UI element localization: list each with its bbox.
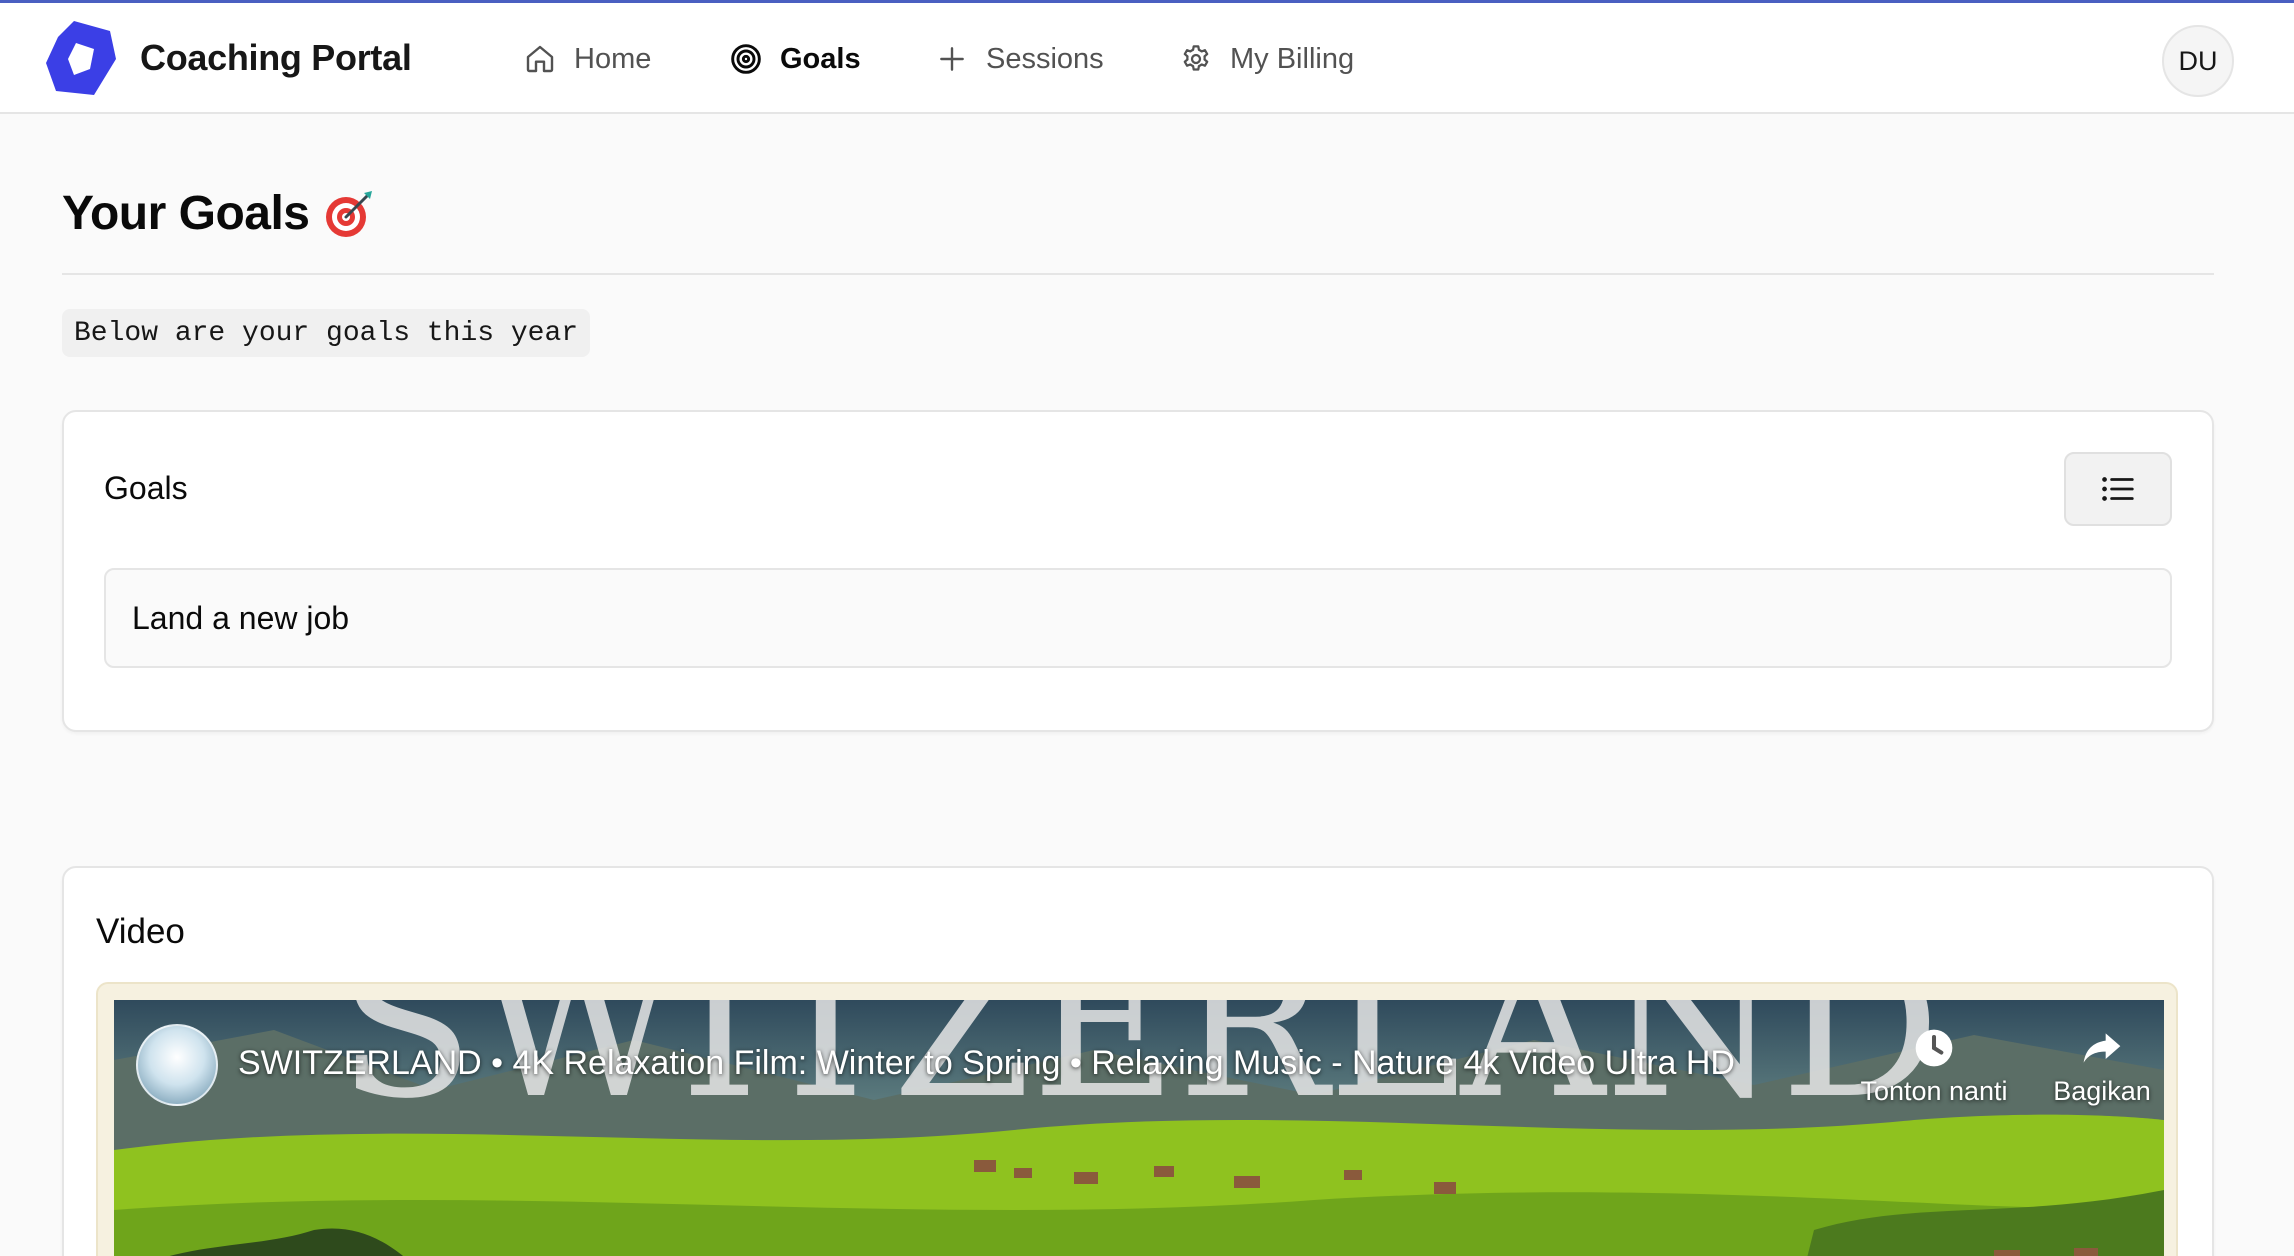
nav-goals-label: Goals — [780, 42, 861, 75]
channel-avatar-icon[interactable] — [136, 1024, 218, 1106]
nav-sessions-label: Sessions — [986, 42, 1104, 75]
gear-icon — [1183, 45, 1209, 71]
page-title-text: Your Goals — [62, 187, 310, 240]
nav-goals[interactable]: Goals — [730, 39, 861, 79]
video-title[interactable]: SWITZERLAND • 4K Relaxation Film: Winter… — [238, 1044, 1878, 1083]
share-arrow-icon — [2083, 1033, 2121, 1063]
nav-my-billing[interactable]: My Billing — [1180, 39, 1354, 79]
goals-card-title: Goals — [104, 470, 188, 506]
video-card-title: Video — [96, 912, 185, 951]
watch-later-button[interactable]: Tonton nanti — [1854, 1026, 2014, 1107]
goals-card: Goals Land a new job — [62, 410, 2214, 732]
watch-later-label: Tonton nanti — [1860, 1076, 2008, 1106]
plus-icon — [940, 47, 964, 71]
video-embed-frame: SWITZERLAND SWITZERLAND • 4K Relaxation … — [96, 982, 2178, 1256]
goal-item[interactable]: Land a new job — [104, 568, 2172, 668]
share-button[interactable]: Bagikan — [2022, 1026, 2164, 1107]
page-subtitle: Below are your goals this year — [62, 309, 591, 357]
nav-sessions[interactable]: Sessions — [936, 39, 1104, 79]
dart-target-icon — [325, 190, 372, 237]
nav-home[interactable]: Home — [524, 39, 651, 79]
clock-icon — [1915, 1029, 1953, 1067]
top-navigation-bar: Coaching Portal Home Goals Sessions My B… — [0, 0, 2294, 114]
nav-my-billing-label: My Billing — [1230, 42, 1355, 75]
youtube-video-player[interactable]: SWITZERLAND SWITZERLAND • 4K Relaxation … — [114, 1000, 2164, 1256]
home-icon — [526, 45, 554, 73]
page-title: Your Goals — [62, 186, 376, 241]
video-card: Video SWITZERLAND SWITZERLAND • 4K Relax… — [62, 866, 2214, 1256]
share-label: Bagikan — [2053, 1076, 2151, 1106]
nav-home-label: Home — [574, 42, 652, 75]
app-logo-icon[interactable] — [44, 19, 118, 99]
heading-divider — [62, 273, 2214, 275]
brand-title[interactable]: Coaching Portal — [140, 37, 412, 79]
goals-list-view-button[interactable] — [2064, 452, 2172, 526]
target-icon — [731, 44, 761, 74]
user-avatar[interactable]: DU — [2162, 25, 2234, 97]
list-icon — [2102, 477, 2134, 501]
